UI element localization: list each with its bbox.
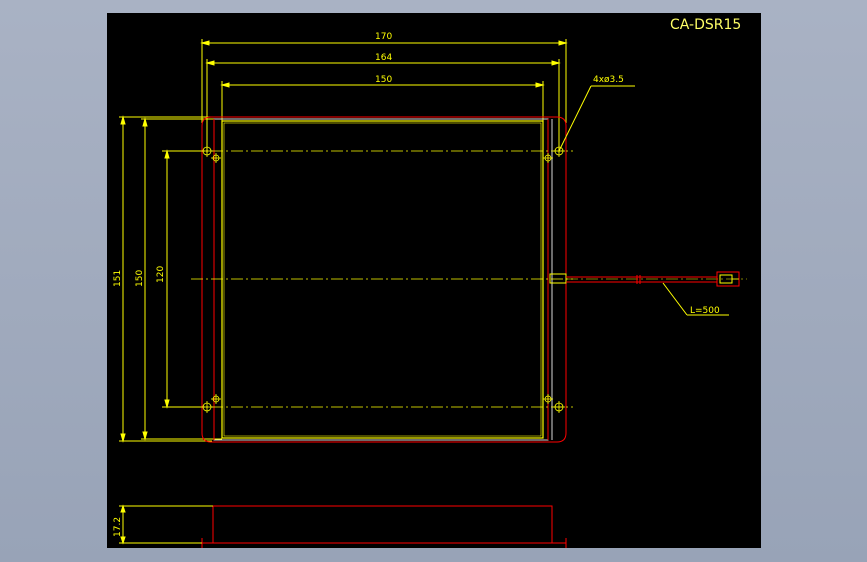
label-panel-width: 150	[375, 75, 392, 85]
label-hole-spacing-width: 164	[375, 53, 392, 63]
dimension-thickness	[119, 504, 213, 545]
dimension-panel-height	[141, 117, 222, 441]
cable-callout-label: L=500	[690, 306, 720, 316]
panel-bezel	[213, 118, 549, 441]
mounting-hole-bottom-left	[201, 401, 213, 413]
hole-callout-label: 4xø3.5	[593, 75, 624, 85]
mounting-hole-top-left-inner	[211, 153, 221, 163]
panel-outline	[201, 116, 567, 443]
mounting-hole-bottom-left-inner	[211, 394, 221, 404]
label-overall-height: 151	[113, 270, 123, 287]
mounting-hole-bottom-right	[553, 401, 565, 413]
panel-active-area	[221, 120, 544, 439]
label-overall-width: 170	[375, 32, 392, 42]
dimension-panel-width	[220, 81, 545, 121]
cad-viewport[interactable]: CA-DSR15 170 164 150 151 150 120 4xø3.5 …	[107, 13, 761, 548]
panel-active-area-inner	[223, 122, 542, 437]
hole-callout-leader	[558, 85, 635, 152]
dimension-hole-spacing-width	[205, 59, 561, 153]
side-view	[201, 505, 567, 548]
label-thickness: 17.2	[113, 517, 123, 537]
centerlines	[191, 150, 573, 408]
mounting-hole-top-left	[201, 145, 213, 157]
drawing-title: CA-DSR15	[670, 17, 741, 33]
cad-drawing: CA-DSR15 170 164 150 151 150 120 4xø3.5 …	[113, 17, 747, 548]
label-panel-height: 150	[135, 270, 145, 287]
label-hole-spacing-height: 120	[156, 266, 166, 283]
